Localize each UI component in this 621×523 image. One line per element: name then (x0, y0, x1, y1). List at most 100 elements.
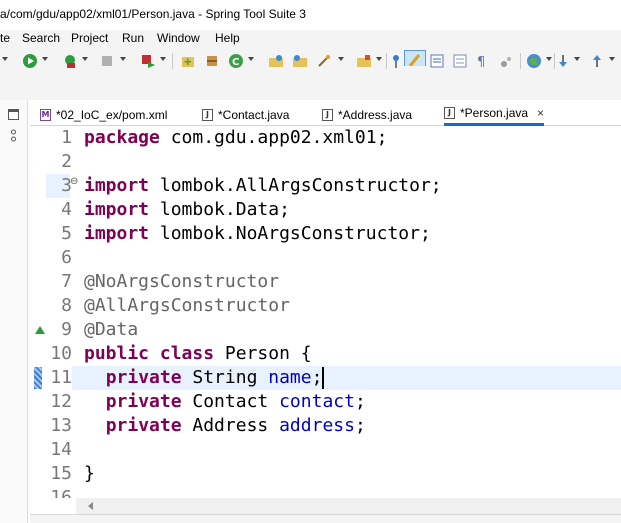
code-line: 13 private Address address; (30, 414, 621, 438)
code-line: 1 package com.gdu.app02.xml01; (30, 126, 621, 150)
chevron-down-icon[interactable] (120, 57, 126, 61)
tab-label: *Address.java (338, 107, 413, 122)
menu-help[interactable]: Help (215, 31, 240, 45)
new-class-icon[interactable]: C (228, 53, 244, 69)
java-file-icon: J (322, 108, 333, 121)
menu-project[interactable]: Project (71, 31, 108, 45)
restore-icon[interactable] (8, 109, 19, 120)
show-whitespace-icon[interactable] (452, 53, 468, 69)
chevron-down-icon[interactable] (546, 57, 552, 61)
code-line: 6 (30, 246, 621, 270)
svg-text:✚: ✚ (184, 58, 192, 68)
open-folder-icon[interactable] (268, 53, 284, 69)
code-line: 16 (30, 486, 621, 498)
window-title: a/com/gdu/app02/xml01/Person.java - Spri… (0, 7, 306, 21)
tab-address-java[interactable]: J *Address.java (322, 103, 412, 126)
chevron-down-icon[interactable] (609, 57, 615, 61)
globe-icon[interactable] (526, 53, 542, 69)
code-text: private Contact contact; (105, 391, 366, 412)
line-number: 16 (50, 487, 72, 498)
block-selection-icon[interactable] (430, 53, 446, 69)
line-number: 14 (50, 439, 72, 460)
tab-label: *Person.java (460, 106, 529, 120)
chevron-down-icon[interactable] (338, 57, 344, 61)
line-number: 2 (61, 151, 72, 172)
code-line-current: 11 private String name; (30, 366, 621, 390)
line-number: 12 (50, 391, 72, 412)
main-toolbar: ✚ C ¶ (0, 48, 621, 74)
code-text: package com.gdu.app02.xml01; (84, 127, 388, 148)
line-number: 8 (61, 295, 72, 316)
code-text: import lombok.NoArgsConstructor; (84, 223, 431, 244)
code-line: 2 (30, 150, 621, 174)
annotation-text: @AllArgsConstructor (84, 295, 290, 316)
menu-window[interactable]: Window (157, 31, 200, 45)
pilcrow-icon[interactable]: ¶ (476, 53, 488, 69)
code-line: 7 @NoArgsConstructor (30, 270, 621, 294)
code-line: 9 @Data (30, 318, 621, 342)
new-java-project-icon[interactable]: ✚ (180, 53, 196, 69)
annotation-text: @NoArgsConstructor (84, 271, 280, 292)
line-number: 4 (61, 199, 72, 220)
chevron-down-icon[interactable] (248, 57, 254, 61)
line-number: 5 (61, 223, 72, 244)
chevron-down-icon[interactable] (376, 57, 382, 61)
code-text: public class Person { (84, 343, 312, 364)
line-number: 9 (61, 319, 72, 340)
chevron-down-icon[interactable] (2, 57, 8, 61)
chevron-down-icon[interactable] (82, 57, 88, 61)
line-number: 15 (50, 463, 72, 484)
tab-pom-xml[interactable]: M *02_IoC_ex/pom.xml (40, 103, 167, 126)
collapse-icon[interactable]: ⊖ (70, 176, 78, 187)
menu-bar: te Search Project Run Window Help (0, 30, 621, 48)
chevron-down-icon[interactable] (42, 57, 48, 61)
override-indicator-icon[interactable] (35, 326, 45, 334)
java-file-icon: J (444, 107, 455, 119)
horizontal-scrollbar[interactable] (76, 498, 621, 514)
tab-label: *Contact.java (218, 107, 290, 122)
code-line: 12 private Contact contact; (30, 390, 621, 414)
stop-icon (102, 56, 112, 66)
code-line: 10 public class Person { (30, 342, 621, 366)
code-line: 5 import lombok.NoArgsConstructor; (30, 222, 621, 246)
next-annotation-icon[interactable] (556, 53, 570, 69)
code-text: private String name; (105, 367, 325, 389)
run-icon[interactable] (22, 53, 38, 69)
text-caret (322, 367, 325, 389)
close-icon[interactable]: × (537, 106, 544, 120)
code-text: import lombok.Data; (84, 199, 290, 220)
java-file-icon: J (202, 108, 213, 121)
line-number: 1 (61, 127, 72, 148)
chevron-down-icon[interactable] (574, 57, 580, 61)
line-number: 6 (61, 247, 72, 268)
previous-annotation-icon[interactable] (590, 53, 604, 69)
toggle-breadcrumb-icon[interactable] (390, 53, 402, 69)
code-area[interactable]: 1 package com.gdu.app02.xml01; 2 3 ⊖ imp… (30, 126, 621, 498)
tab-contact-java[interactable]: J *Contact.java (202, 103, 289, 126)
code-line: 4 import lombok.Data; (30, 198, 621, 222)
debug-run-icon[interactable] (62, 53, 78, 69)
new-package-icon[interactable] (204, 53, 220, 69)
spring-icon[interactable] (498, 53, 514, 69)
package-explorer-icon[interactable] (10, 129, 17, 143)
tab-person-java[interactable]: J *Person.java × (444, 103, 545, 126)
bottom-panel-edge (30, 514, 621, 523)
external-tools-icon[interactable] (140, 53, 156, 69)
menu-run[interactable]: Run (122, 31, 144, 45)
svg-text:C: C (232, 57, 239, 68)
scroll-left-icon[interactable] (88, 502, 93, 510)
code-text: private Address address; (105, 415, 366, 436)
code-text: } (84, 463, 95, 484)
svg-text:¶: ¶ (477, 55, 485, 69)
mark-occurrences-icon[interactable] (404, 50, 426, 66)
menu-search[interactable]: Search (22, 31, 60, 45)
maven-file-icon: M (40, 108, 51, 121)
menu-navigate[interactable]: te (0, 31, 10, 45)
code-text: import lombok.AllArgsConstructor; (84, 175, 442, 196)
code-line: 15 } (30, 462, 621, 486)
line-number: 11 (50, 367, 72, 388)
open-type-icon[interactable] (292, 53, 308, 69)
open-task-icon[interactable] (356, 53, 372, 69)
wand-icon[interactable] (316, 53, 332, 69)
chevron-down-icon[interactable] (160, 57, 166, 61)
